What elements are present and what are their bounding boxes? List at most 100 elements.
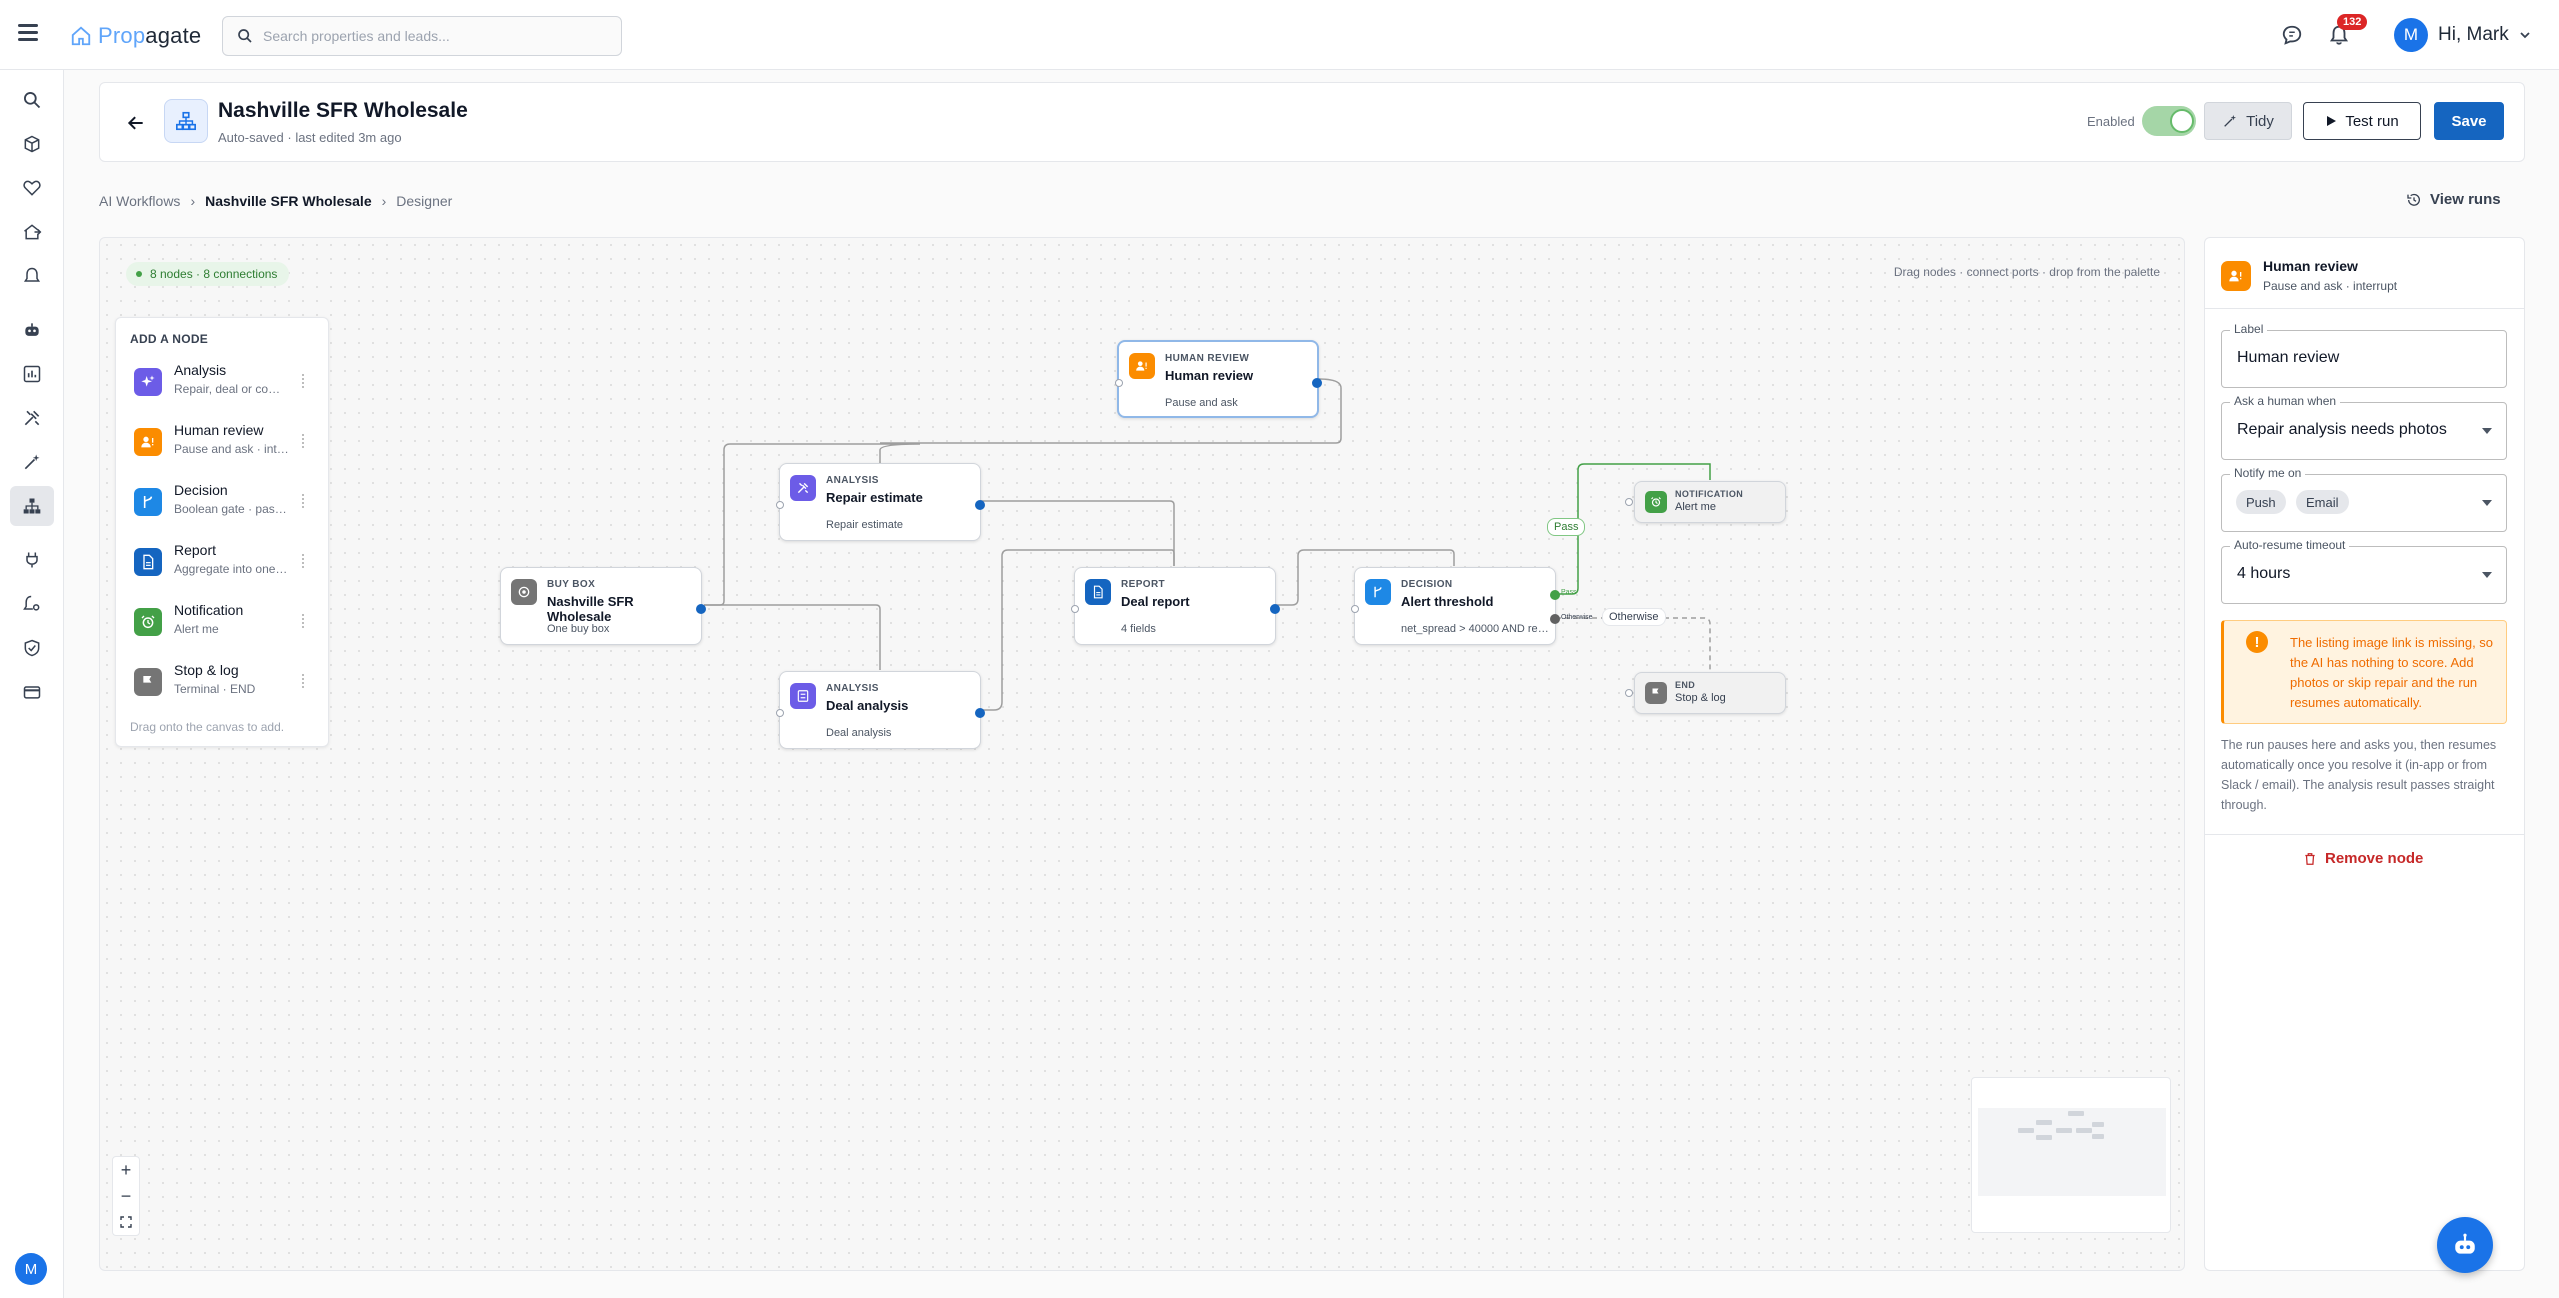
field-value: Repair analysis needs photos — [2237, 421, 2447, 438]
zoom-out-icon[interactable]: − — [113, 1183, 139, 1209]
palette-item-name: Human review — [174, 422, 264, 438]
tidy-label: Tidy — [2246, 112, 2274, 130]
minimap-node — [2092, 1122, 2104, 1127]
output-port[interactable] — [1270, 604, 1280, 614]
tidy-button[interactable]: Tidy — [2204, 102, 2292, 140]
otherwise-port[interactable] — [1550, 614, 1560, 624]
breadcrumb-workflow[interactable]: Nashville SFR Wholesale — [205, 193, 372, 209]
alarm-icon — [134, 608, 162, 636]
input-port[interactable] — [776, 501, 784, 509]
drag-handle-icon[interactable] — [302, 614, 306, 628]
rail-properties[interactable] — [10, 124, 54, 164]
breadcrumb-ai-workflows[interactable]: AI Workflows — [99, 193, 180, 209]
notify-channels-select[interactable]: Notify me on Push Email — [2221, 466, 2507, 532]
back-button[interactable] — [122, 109, 150, 137]
rail-ai-agent[interactable] — [10, 310, 54, 350]
drag-handle-icon[interactable] — [302, 434, 306, 448]
warning-text: The listing image link is missing, so th… — [2290, 635, 2494, 710]
node-buy-box[interactable]: BUY BOX Nashville SFR Wholesale One buy … — [500, 567, 706, 645]
enabled-toggle[interactable] — [2142, 106, 2196, 136]
rail-search[interactable] — [10, 80, 54, 120]
save-button[interactable]: Save — [2434, 102, 2504, 140]
ai-assistant-button[interactable] — [2437, 1217, 2493, 1273]
rail-integrations[interactable] — [10, 540, 54, 580]
rail-workflows[interactable] — [10, 486, 54, 526]
minimap[interactable] — [1971, 1077, 2171, 1233]
input-port[interactable] — [1071, 605, 1079, 613]
timeout-select[interactable]: Auto-resume timeout 4 hours — [2221, 538, 2507, 604]
node-end[interactable]: END Stop & log — [1625, 672, 1786, 714]
robot-icon — [25, 323, 39, 336]
input-port[interactable] — [1625, 689, 1633, 697]
palette-item-decision[interactable]: Decision Boolean gate · pass / otherwise — [124, 476, 320, 528]
input-port[interactable] — [1115, 379, 1123, 387]
label-field[interactable]: Label Human review — [2221, 322, 2507, 388]
chip-email[interactable]: Email — [2296, 490, 2349, 514]
node-type: BUY BOX — [547, 579, 596, 590]
magic-wand-icon — [24, 454, 40, 470]
input-port[interactable] — [776, 709, 784, 717]
rail-tools[interactable] — [10, 398, 54, 438]
output-port[interactable] — [1312, 378, 1322, 388]
otherwise-port-label: Otherwise — [1561, 614, 1593, 621]
rail-alerts[interactable] — [10, 256, 54, 296]
node-type: ANALYSIS — [826, 683, 879, 694]
test-run-button[interactable]: Test run — [2303, 102, 2421, 140]
palette-item-notification[interactable]: Notification Alert me — [124, 596, 320, 648]
drag-handle-icon[interactable] — [302, 674, 306, 688]
field-value: Human review — [2237, 349, 2340, 366]
dropdown-arrow-icon — [2482, 572, 2492, 578]
remove-node-button[interactable]: Remove node — [2303, 850, 2423, 867]
pass-port[interactable] — [1550, 590, 1560, 600]
input-port[interactable] — [1351, 605, 1359, 613]
dropdown-arrow-icon — [2482, 428, 2492, 434]
palette-item-report[interactable]: Report Aggregate into one report — [124, 536, 320, 588]
node-deal-report[interactable]: REPORT Deal report 4 fields — [1071, 567, 1280, 645]
drag-handle-icon[interactable] — [302, 374, 306, 388]
node-human-review[interactable]: HUMAN REVIEW Human review Pause and ask — [1115, 340, 1322, 418]
rail-home-share[interactable] — [10, 212, 54, 252]
search-icon — [238, 29, 252, 43]
view-runs-button[interactable]: View runs — [2406, 191, 2501, 208]
fit-view-icon[interactable] — [113, 1209, 139, 1235]
edge-label-otherwise[interactable]: Otherwise — [1602, 608, 1666, 626]
search-input[interactable] — [263, 28, 603, 44]
brand-logo[interactable]: Propagate — [70, 22, 201, 50]
user-menu[interactable]: M Hi, Mark — [2394, 18, 2531, 52]
menu-icon[interactable] — [18, 24, 38, 44]
palette-item-analysis[interactable]: Analysis Repair, deal or comps — [124, 356, 320, 408]
rail-favorites[interactable] — [10, 168, 54, 208]
ask-human-select[interactable]: Ask a human when Repair analysis needs p… — [2221, 394, 2507, 460]
search-bar[interactable] — [222, 16, 622, 56]
drag-handle-icon[interactable] — [302, 554, 306, 568]
sparkle-icon — [134, 368, 162, 396]
node-repair-estimate[interactable]: ANALYSIS Repair estimate Repair estimate — [776, 463, 985, 541]
autosave-status: Auto-saved · last edited 3m ago — [218, 130, 402, 145]
inspector-title: Human review — [2263, 258, 2358, 274]
node-deal-analysis[interactable]: ANALYSIS Deal analysis Deal analysis — [776, 671, 985, 749]
rail-billing[interactable] — [10, 672, 54, 712]
drag-handle-icon[interactable] — [302, 494, 306, 508]
node-notification[interactable]: NOTIFICATION Alert me — [1625, 481, 1786, 523]
rail-user-avatar[interactable]: M — [15, 1253, 47, 1285]
edge-label-pass[interactable]: Pass — [1547, 518, 1586, 536]
rail-notification-settings[interactable] — [10, 584, 54, 624]
zoom-in-icon[interactable]: + — [113, 1157, 139, 1183]
node-decision[interactable]: DECISION Alert threshold net_spread > 40… — [1351, 567, 1593, 645]
document-icon — [134, 548, 162, 576]
chip-push[interactable]: Push — [2236, 490, 2286, 514]
output-port[interactable] — [975, 708, 985, 718]
flag-icon — [134, 668, 162, 696]
palette-item-stop-log[interactable]: Stop & log Terminal · END — [124, 656, 320, 708]
output-port[interactable] — [975, 500, 985, 510]
palette-item-human-review[interactable]: Human review Pause and ask · interrupt — [124, 416, 320, 468]
divider — [2205, 308, 2524, 309]
workflow-canvas[interactable]: 8 nodes · 8 connections Drag nodes · con… — [99, 237, 2185, 1271]
rail-magic[interactable] — [10, 442, 54, 482]
output-port[interactable] — [696, 604, 706, 614]
rail-analytics[interactable] — [10, 354, 54, 394]
rail-security[interactable] — [10, 628, 54, 668]
chat-icon[interactable] — [2277, 20, 2307, 50]
dropdown-arrow-icon — [2482, 500, 2492, 506]
input-port[interactable] — [1625, 498, 1633, 506]
